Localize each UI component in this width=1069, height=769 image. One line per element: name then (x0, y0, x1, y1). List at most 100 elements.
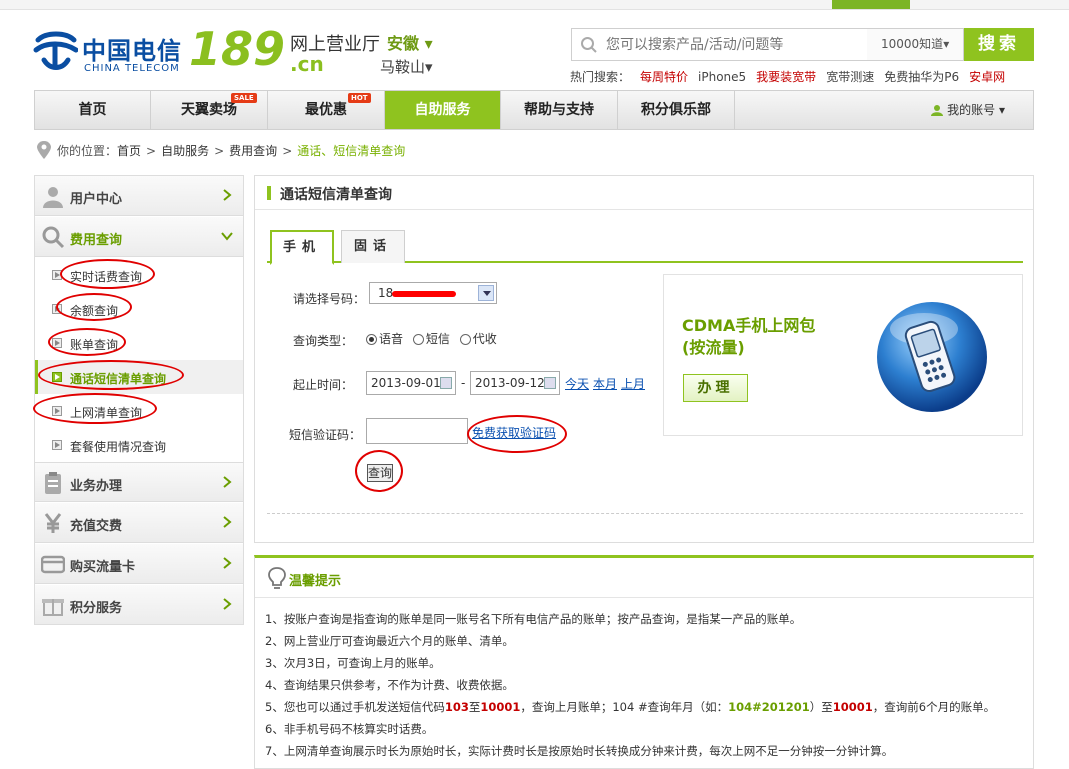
tip-2: 2、网上营业厅可查询最近六个月的账单、清单。 (265, 634, 514, 648)
nav-best-deals[interactable]: 最优惠 HOT (268, 91, 385, 129)
type-label: 查询类型： (292, 334, 353, 348)
tip-7: 7、上网清单查询展示时长为原始时长，实际计费时长是按原始时长转换成分钟来计费，每… (265, 744, 894, 758)
nav-self-service[interactable]: 自助服务 (385, 91, 501, 129)
chevron-down-icon (221, 232, 233, 241)
nav-home[interactable]: 首页 (35, 91, 151, 129)
sidebar-section-fee-query[interactable]: 费用查询 (35, 217, 243, 257)
hot-search-item[interactable]: 安卓网 (969, 70, 1005, 84)
sidebar-section-recharge[interactable]: 充值交费 (35, 503, 243, 543)
main-nav: 首页 天翼卖场 SALE 最优惠 HOT 自助服务 帮助与支持 积分俱乐部 我的账号… (34, 90, 1034, 130)
radio-unchecked-icon (412, 334, 424, 345)
breadcrumb-fee-query[interactable]: 费用查询 (229, 144, 277, 158)
promo-apply-button[interactable]: 办理 (683, 374, 748, 402)
hot-search-item[interactable]: 每周特价 (640, 70, 688, 84)
province-selector[interactable]: 安徽 ▾ (387, 30, 433, 54)
sms-code-input[interactable] (366, 418, 468, 444)
chevron-right-icon (223, 557, 232, 569)
breadcrumb: 你的位置：首页 > 自助服务 > 费用查询 > 通话、短信清单查询 (37, 141, 405, 161)
nav-tianyi-mall[interactable]: 天翼卖场 SALE (151, 91, 268, 129)
city-selector[interactable]: 马鞍山▾ (380, 56, 433, 77)
my-account-menu[interactable]: 我的账号 ▾ (931, 91, 1005, 129)
lightbulb-icon (268, 567, 286, 589)
tab-landline[interactable]: 固话 (341, 230, 405, 263)
arrow-box-icon (52, 270, 62, 280)
search-box (571, 28, 868, 61)
get-code-link[interactable]: 免费获取验证码 (472, 424, 556, 441)
number-label: 请选择号码： (292, 292, 365, 306)
hot-tag: HOT (348, 93, 371, 103)
dashed-divider (267, 513, 1023, 514)
clipboard-icon (45, 472, 61, 494)
radio-voice[interactable]: 语音 (366, 332, 403, 346)
query-panel: 通话短信清单查询 手机 固话 请选择号码： 18 查询类型： 语音 短信 代收 … (254, 175, 1034, 543)
quick-this-month-link[interactable]: 本月 (593, 375, 617, 392)
quick-today-link[interactable]: 今天 (565, 375, 589, 392)
hot-search-label: 热门搜索： (570, 70, 631, 84)
arrow-box-icon (52, 304, 62, 314)
sidebar-item-call-sms-detail[interactable]: 通话短信清单查询 (35, 360, 243, 394)
sidebar-item-bill[interactable]: 账单查询 (35, 326, 243, 360)
sidebar-item-data-detail[interactable]: 上网清单查询 (35, 394, 243, 428)
panel-title: 通话短信清单查询 (255, 176, 1033, 210)
promo-banner[interactable]: CDMA手机上网包 (按流量) 办理 (663, 274, 1023, 436)
chevron-right-icon (223, 476, 232, 488)
search-button[interactable]: 搜索 (964, 28, 1034, 61)
sidebar-item-realtime-fee[interactable]: 实时话费查询 (35, 258, 243, 292)
sidebar-item-package-usage[interactable]: 套餐使用情况查询 (35, 428, 243, 462)
gift-icon (42, 599, 64, 616)
nav-help-support[interactable]: 帮助与支持 (501, 91, 618, 129)
hot-search-item[interactable]: 宽带测速 (826, 70, 874, 84)
radio-checked-icon (366, 334, 377, 345)
sidebar-section-user-center[interactable]: 用户中心 (35, 176, 243, 216)
sidebar-section-business[interactable]: 业务办理 (35, 462, 243, 502)
yuan-icon (44, 513, 62, 533)
time-label: 起止时间： (292, 378, 353, 392)
dropdown-arrow-icon (478, 285, 494, 301)
user-center-icon (43, 187, 63, 208)
radio-unchecked-icon (459, 334, 471, 345)
query-button[interactable]: 查询 (367, 464, 393, 482)
chevron-right-icon (223, 189, 232, 201)
sidebar-section-data-card[interactable]: 购买流量卡 (35, 544, 243, 584)
nav-points-club[interactable]: 积分俱乐部 (618, 91, 735, 129)
title-accent-bar (267, 186, 271, 200)
end-date-input[interactable]: 2013-09-12 (470, 371, 560, 395)
sale-tag: SALE (231, 93, 257, 103)
sidebar-section-points[interactable]: 积分服务 (35, 585, 243, 625)
card-icon (41, 555, 65, 574)
radio-sms[interactable]: 短信 (412, 332, 450, 346)
hot-search-item[interactable]: 免费抽华为P6 (884, 70, 959, 84)
sms-code-label: 短信验证码： (288, 428, 361, 442)
logo-189: 189 (189, 22, 286, 76)
radio-collect[interactable]: 代收 (459, 332, 497, 346)
arrow-box-icon (52, 372, 62, 382)
tab-mobile[interactable]: 手机 (270, 230, 334, 265)
start-date-input[interactable]: 2013-09-01 (366, 371, 456, 395)
quick-last-month-link[interactable]: 上月 (621, 375, 645, 392)
sidebar: 用户中心 费用查询 实时话费查询 余额查询 账单查询 通话短信清单查询 上网清单… (34, 175, 244, 625)
promo-title: CDMA手机上网包 (按流量) (682, 316, 816, 357)
arrow-box-icon (52, 406, 62, 416)
tip-6: 6、非手机号码不核算实时话费。 (265, 722, 434, 736)
mobile-phone-icon (877, 302, 987, 412)
breadcrumb-current: 通话、短信清单查询 (297, 144, 406, 158)
tip-1: 1、按账户查询是指查询的账单是同一账号名下所有电信产品的账单；按产品查询，是指某… (265, 612, 802, 626)
hot-search-item[interactable]: 我要装宽带 (756, 70, 816, 84)
calendar-icon[interactable] (544, 377, 556, 389)
magnifier-icon (42, 226, 65, 249)
redaction-mark (392, 291, 456, 297)
search-input[interactable] (606, 33, 861, 57)
hot-search-item[interactable]: iPhone5 (698, 70, 746, 84)
number-select[interactable]: 18 (369, 282, 497, 304)
breadcrumb-self-service[interactable]: 自助服务 (161, 144, 209, 158)
calendar-icon[interactable] (440, 377, 452, 389)
breadcrumb-home[interactable]: 首页 (117, 144, 141, 158)
logo-chinese-name: 中国电信 (82, 37, 182, 65)
sidebar-item-balance[interactable]: 余额查询 (35, 292, 243, 326)
hot-search: 热门搜索： 每周特价 iPhone5 我要装宽带 宽带测速 免费抽华为P6 安卓网 (570, 68, 1015, 85)
search-scope-dropdown[interactable]: 10000知道▾ (867, 28, 964, 61)
top-bar-highlight[interactable] (832, 0, 910, 9)
tips-header: 温馨提示 (255, 558, 1033, 598)
logo-domain: .cn (290, 52, 324, 76)
query-type-radios: 语音 短信 代收 (366, 330, 503, 347)
